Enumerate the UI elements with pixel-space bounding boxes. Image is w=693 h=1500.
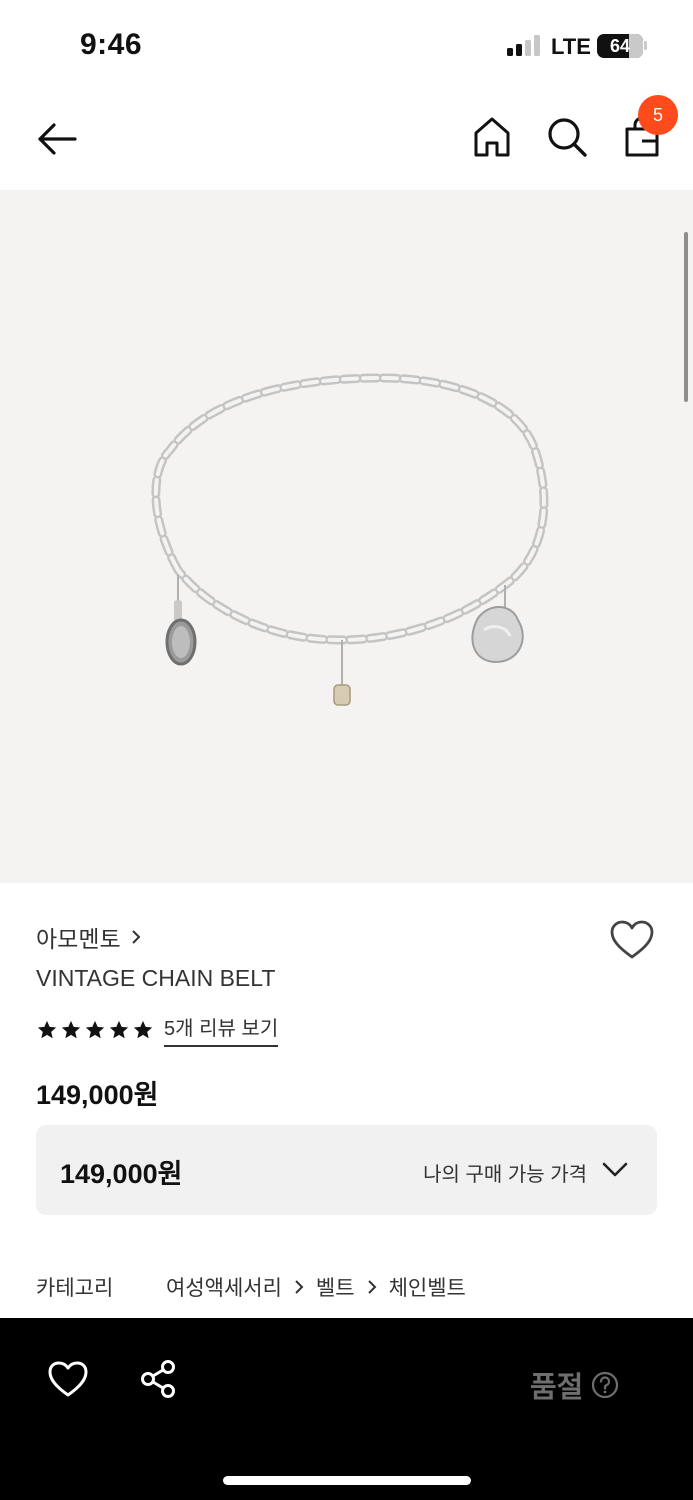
brand-link[interactable]: 아모멘토 xyxy=(36,920,143,954)
star-icon xyxy=(109,1020,129,1038)
star-icon xyxy=(37,1020,57,1038)
back-arrow-icon[interactable] xyxy=(34,116,80,162)
star-icon xyxy=(133,1020,153,1038)
network-type: LTE xyxy=(551,34,591,59)
brand-name: 아모멘토 xyxy=(36,926,121,952)
bottom-action-bar: 품절 xyxy=(0,1318,693,1500)
home-indicator xyxy=(223,1476,471,1485)
star-icon xyxy=(85,1020,105,1038)
category-crumb[interactable]: 여성액세서리 xyxy=(166,1272,282,1302)
share-icon[interactable] xyxy=(138,1358,180,1400)
product-price: 149,000원 xyxy=(36,1080,159,1110)
heart-icon[interactable] xyxy=(46,1358,90,1400)
rating-row: 5개 리뷰 보기 xyxy=(36,1012,279,1047)
signal-icon xyxy=(507,34,543,56)
chevron-right-icon xyxy=(295,1280,304,1294)
cart-count-badge: 5 xyxy=(638,95,678,135)
home-icon[interactable] xyxy=(470,114,514,160)
my-price-value: 149,000원 xyxy=(60,1159,183,1189)
status-time: 9:46 xyxy=(80,28,143,61)
help-icon[interactable] xyxy=(591,1371,619,1399)
star-icon xyxy=(61,1020,81,1038)
search-icon[interactable] xyxy=(544,114,590,160)
soldout-label: 품절 xyxy=(530,1372,584,1404)
category-crumb[interactable]: 체인벨트 xyxy=(389,1272,466,1302)
heart-icon[interactable] xyxy=(608,917,656,963)
category-row: 카테고리 여성액세서리 벨트 체인벨트 xyxy=(36,1272,466,1302)
category-label: 카테고리 xyxy=(36,1277,114,1300)
image-scroll-indicator xyxy=(684,232,688,402)
my-price-label: 나의 구매 가능 가격 xyxy=(423,1164,587,1186)
chain-belt-illustration xyxy=(151,373,549,706)
status-bar: 9:46 LTE 64 xyxy=(0,0,693,92)
category-crumb[interactable]: 벨트 xyxy=(316,1272,355,1302)
chevron-right-icon xyxy=(367,1280,376,1294)
top-nav xyxy=(0,92,693,190)
product-image[interactable] xyxy=(0,190,693,883)
soldout-status: 품절 xyxy=(530,1364,619,1406)
battery-level: 64 xyxy=(609,36,631,56)
my-price-dropdown[interactable]: 149,000원 나의 구매 가능 가격 xyxy=(36,1125,657,1215)
chevron-down-icon xyxy=(602,1162,628,1177)
battery-icon: 64 xyxy=(597,34,643,58)
chevron-right-icon xyxy=(131,930,141,944)
product-name: VINTAGE CHAIN BELT xyxy=(36,965,276,991)
review-link[interactable]: 5개 리뷰 보기 xyxy=(164,1012,279,1047)
